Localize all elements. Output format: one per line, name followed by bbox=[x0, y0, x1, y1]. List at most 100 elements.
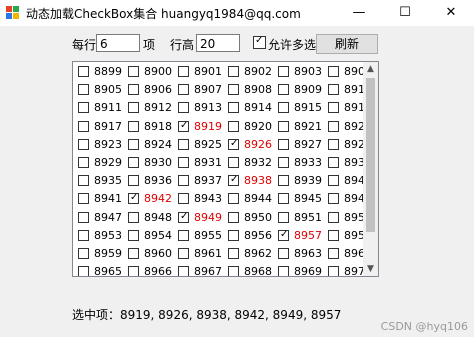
checkbox[interactable] bbox=[178, 193, 189, 205]
checkbox-item[interactable]: 8921 bbox=[278, 119, 326, 137]
checkbox[interactable] bbox=[328, 175, 339, 187]
checkbox-item[interactable]: 8948 bbox=[128, 210, 176, 228]
checkbox-item[interactable]: 8940 bbox=[328, 173, 363, 191]
checkbox[interactable] bbox=[278, 120, 289, 132]
vertical-scrollbar[interactable]: ▲ ▼ bbox=[363, 62, 378, 276]
checkbox[interactable] bbox=[78, 266, 89, 276]
checkbox[interactable]: ✓ bbox=[278, 229, 289, 241]
checkbox-item[interactable]: 8966 bbox=[128, 264, 176, 276]
checkbox-item[interactable]: 8935 bbox=[78, 173, 126, 191]
checkbox-item[interactable]: 8969 bbox=[278, 264, 326, 276]
minimize-button[interactable]: — bbox=[336, 0, 382, 26]
close-button[interactable]: ✕ bbox=[428, 0, 474, 26]
checkbox[interactable] bbox=[278, 175, 289, 187]
checkbox-item[interactable]: 8908 bbox=[228, 82, 276, 100]
checkbox[interactable] bbox=[228, 248, 239, 259]
checkbox-item[interactable]: ✓ 8919 bbox=[178, 119, 226, 137]
checkbox[interactable] bbox=[128, 211, 139, 223]
checkbox[interactable] bbox=[178, 102, 189, 114]
checkbox-item[interactable]: 8943 bbox=[178, 191, 226, 209]
checkbox-item[interactable]: 8936 bbox=[128, 173, 176, 191]
checkbox-item[interactable]: 8909 bbox=[278, 82, 326, 100]
checkbox-item[interactable]: 8913 bbox=[178, 100, 226, 118]
maximize-button[interactable]: ☐ bbox=[382, 0, 428, 26]
checkbox-item[interactable]: 8947 bbox=[78, 210, 126, 228]
checkbox-item[interactable]: 8900 bbox=[128, 64, 176, 82]
checkbox-item[interactable]: 8918 bbox=[128, 119, 176, 137]
checkbox[interactable] bbox=[328, 248, 339, 259]
checkbox-item[interactable]: 8960 bbox=[128, 246, 176, 264]
checkbox[interactable] bbox=[128, 102, 139, 114]
checkbox[interactable] bbox=[328, 84, 339, 96]
checkbox[interactable] bbox=[128, 138, 139, 150]
checkbox-item[interactable]: 8922 bbox=[328, 119, 363, 137]
checkbox-item[interactable]: 8901 bbox=[178, 64, 226, 82]
checkbox-item[interactable]: 8910 bbox=[328, 82, 363, 100]
checkbox[interactable]: ✓ bbox=[228, 138, 239, 150]
checkbox[interactable] bbox=[78, 84, 89, 96]
checkbox[interactable] bbox=[178, 266, 189, 276]
checkbox-item[interactable]: ✓ 8957 bbox=[278, 228, 326, 246]
checkbox[interactable] bbox=[328, 138, 339, 150]
scroll-thumb[interactable] bbox=[366, 78, 375, 232]
checkbox[interactable] bbox=[328, 157, 339, 168]
checkbox[interactable] bbox=[278, 193, 289, 205]
scroll-down-icon[interactable]: ▼ bbox=[363, 262, 378, 276]
checkbox-item[interactable]: 8929 bbox=[78, 155, 126, 173]
checkbox[interactable] bbox=[78, 248, 89, 259]
allow-multi-checkbox[interactable]: ✓ bbox=[253, 35, 266, 49]
checkbox[interactable] bbox=[228, 102, 239, 114]
checkbox[interactable] bbox=[78, 193, 89, 205]
checkbox-item[interactable]: 8930 bbox=[128, 155, 176, 173]
checkbox-item[interactable]: 8939 bbox=[278, 173, 326, 191]
checkbox[interactable] bbox=[278, 138, 289, 150]
checkbox[interactable] bbox=[178, 138, 189, 150]
checkbox-item[interactable]: 8959 bbox=[78, 246, 126, 264]
checkbox[interactable] bbox=[228, 84, 239, 96]
checkbox[interactable] bbox=[228, 120, 239, 132]
checkbox-item[interactable]: 8951 bbox=[278, 210, 326, 228]
checkbox-item[interactable]: 8967 bbox=[178, 264, 226, 276]
checkbox[interactable]: ✓ bbox=[128, 192, 139, 205]
checkbox-item[interactable]: 8950 bbox=[228, 210, 276, 228]
checkbox-item[interactable]: 8906 bbox=[128, 82, 176, 100]
checkbox-item[interactable]: 8945 bbox=[278, 191, 326, 209]
checkbox-item[interactable]: 8963 bbox=[278, 246, 326, 264]
checkbox-item[interactable]: 8915 bbox=[278, 100, 326, 118]
checkbox-item[interactable]: 8946 bbox=[328, 191, 363, 209]
checkbox-item[interactable]: ✓ 8926 bbox=[228, 137, 276, 155]
checkbox[interactable] bbox=[228, 66, 239, 77]
checkbox-item[interactable]: 8899 bbox=[78, 64, 126, 82]
scroll-up-icon[interactable]: ▲ bbox=[363, 62, 378, 76]
checkbox-item[interactable]: 8911 bbox=[78, 100, 126, 118]
checkbox[interactable] bbox=[228, 229, 239, 241]
checkbox-item[interactable]: 8954 bbox=[128, 228, 176, 246]
checkbox-item[interactable]: 8920 bbox=[228, 119, 276, 137]
checkbox-item[interactable]: 8902 bbox=[228, 64, 276, 82]
checkbox-item[interactable]: 8903 bbox=[278, 64, 326, 82]
checkbox[interactable] bbox=[278, 84, 289, 96]
checkbox[interactable] bbox=[128, 248, 139, 259]
checkbox[interactable] bbox=[278, 248, 289, 259]
checkbox-item[interactable]: 8932 bbox=[228, 155, 276, 173]
checkbox[interactable] bbox=[78, 120, 89, 132]
checkbox[interactable] bbox=[278, 66, 289, 77]
checkbox[interactable] bbox=[78, 175, 89, 187]
checkbox-item[interactable]: 8952 bbox=[328, 210, 363, 228]
checkbox[interactable] bbox=[128, 157, 139, 168]
checkbox[interactable] bbox=[328, 120, 339, 132]
checkbox[interactable] bbox=[178, 248, 189, 259]
checkbox[interactable] bbox=[178, 66, 189, 77]
checkbox-item[interactable]: 8953 bbox=[78, 228, 126, 246]
checkbox-item[interactable]: 8916 bbox=[328, 100, 363, 118]
checkbox[interactable]: ✓ bbox=[178, 120, 189, 132]
checkbox-item[interactable]: 8912 bbox=[128, 100, 176, 118]
checkbox-item[interactable]: 8958 bbox=[328, 228, 363, 246]
checkbox-item[interactable]: 8905 bbox=[78, 82, 126, 100]
checkbox[interactable] bbox=[128, 175, 139, 187]
checkbox[interactable] bbox=[328, 211, 339, 223]
checkbox-item[interactable]: 8965 bbox=[78, 264, 126, 276]
checkbox[interactable] bbox=[78, 66, 89, 77]
checkbox[interactable] bbox=[328, 66, 339, 77]
checkbox-item[interactable]: 8924 bbox=[128, 137, 176, 155]
